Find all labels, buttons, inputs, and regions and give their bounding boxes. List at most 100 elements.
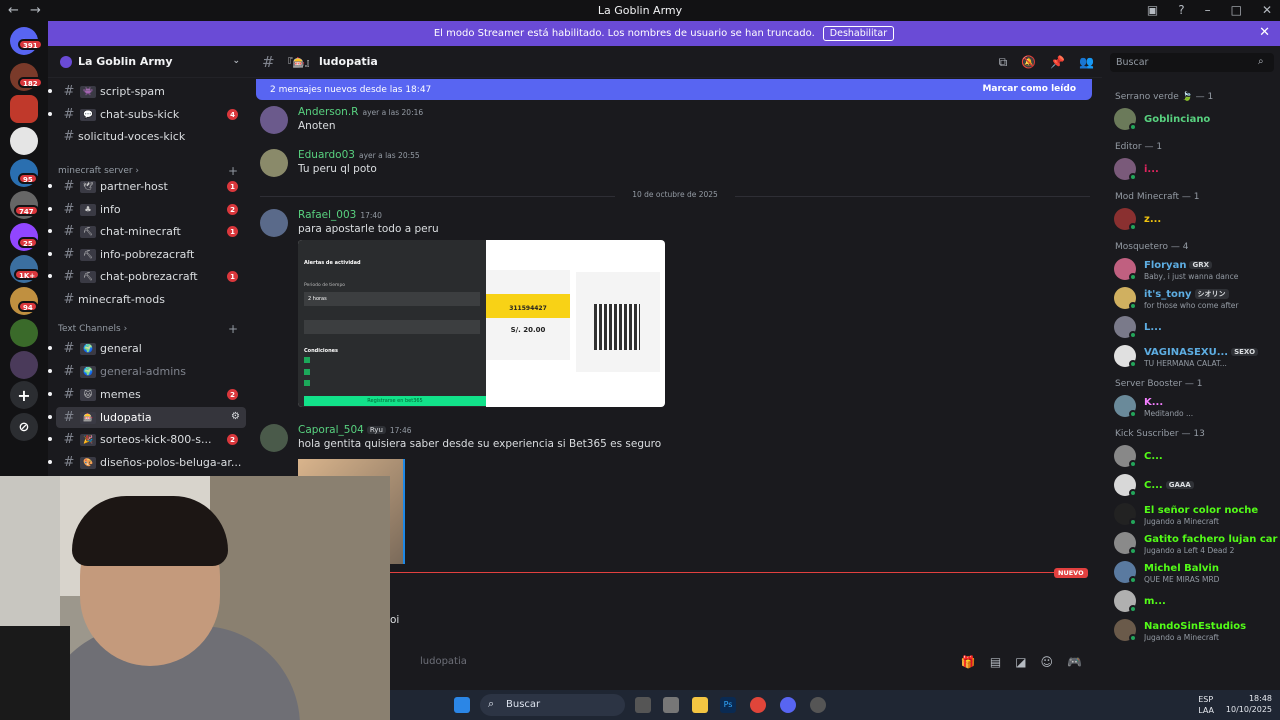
channel-item[interactable]: # 🌍 general: [48, 338, 246, 359]
channel-item[interactable]: # 👾 script-spam: [48, 81, 246, 102]
composer-input[interactable]: ludopatia: [420, 656, 467, 667]
add-channel-icon[interactable]: +: [228, 322, 238, 336]
channel-item[interactable]: # 🕊 partner-host 1: [48, 176, 246, 197]
member-item[interactable]: El señor color noche Jugando a Minecraft: [1114, 502, 1276, 528]
webcam-overlay: [0, 476, 390, 720]
gift-icon[interactable]: 🎁: [961, 655, 976, 669]
guild-header[interactable]: La Goblin Army ⌄: [48, 46, 250, 78]
member-item[interactable]: NandoSinEstudios Jugando a Minecraft: [1114, 618, 1276, 644]
member-item[interactable]: Michel Balvin QUE ME MIRAS MRD: [1114, 560, 1276, 586]
photoshop-icon[interactable]: Ps: [720, 697, 736, 713]
server-icon[interactable]: [10, 95, 38, 123]
member-item[interactable]: i...: [1114, 157, 1276, 183]
guild-tag: GAAA: [1165, 481, 1194, 489]
message-author[interactable]: Anderson.R ayer a las 20:16: [298, 106, 423, 118]
channel-item[interactable]: # ⛏ info-pobrezacraft: [48, 244, 246, 265]
gif-icon[interactable]: ▤: [990, 655, 1001, 669]
search-input[interactable]: Buscar: [1110, 53, 1274, 72]
online-status-icon: [1129, 331, 1137, 339]
add-channel-icon[interactable]: +: [228, 164, 238, 178]
message-author[interactable]: Eduardo03 ayer a las 20:55: [298, 149, 420, 161]
member-item[interactable]: Gatito fachero lujan carri...Jugando a L…: [1114, 531, 1278, 557]
author-name[interactable]: Rafael_003: [298, 209, 356, 221]
app-icon[interactable]: [663, 697, 679, 713]
minimize-icon[interactable]: –: [1205, 3, 1211, 17]
channel-item[interactable]: # ♣ info 2: [48, 199, 246, 220]
explore-icon[interactable]: ⊘: [10, 413, 38, 441]
member-item[interactable]: C... GAAA: [1114, 473, 1276, 499]
member-item[interactable]: z...: [1114, 207, 1276, 233]
member-item[interactable]: C...: [1114, 444, 1276, 470]
task-view-icon[interactable]: [635, 697, 651, 713]
member-display-name: VAGINASEXU...: [1144, 347, 1229, 358]
channel-name: chat-subs-kick: [100, 108, 180, 121]
member-item[interactable]: K... Meditando ...: [1114, 394, 1276, 420]
message-text: Tu peru ql poto: [298, 163, 377, 175]
maximize-icon[interactable]: □: [1231, 3, 1242, 17]
channel-item[interactable]: # 🐱 memes 2: [48, 384, 246, 405]
person-hair: [72, 496, 228, 566]
unread-dot: [48, 112, 52, 116]
hash-icon: #: [63, 129, 75, 144]
message-author[interactable]: Rafael_003 17:40: [298, 209, 382, 221]
avatar[interactable]: [260, 424, 288, 452]
windows-start-icon[interactable]: [454, 697, 470, 713]
channel-item[interactable]: # ⛏ chat-minecraft 1: [48, 221, 246, 242]
threads-icon[interactable]: ⧉: [999, 55, 1008, 70]
message-author[interactable]: Caporal_504 Ryu 17:46: [298, 424, 412, 436]
author-name[interactable]: Anderson.R: [298, 106, 358, 118]
member-item[interactable]: L...: [1114, 315, 1276, 341]
disable-streamer-button[interactable]: Deshabilitar: [822, 26, 895, 41]
settings-icon[interactable]: ⚙: [231, 411, 240, 422]
discord-icon[interactable]: [780, 697, 796, 713]
clock[interactable]: 18:48 10/10/2025: [1226, 693, 1272, 715]
member-item[interactable]: Floryan GRX Baby, i just wanna dance: [1114, 257, 1276, 283]
category-header[interactable]: Text Channels › +: [58, 322, 238, 336]
channel-item[interactable]: # ⛏ chat-pobrezacraft 1: [48, 266, 246, 287]
mark-read-button[interactable]: Marcar como leído: [982, 84, 1076, 94]
close-window-icon[interactable]: ✕: [1262, 3, 1272, 17]
category-header[interactable]: minecraft server › +: [58, 164, 238, 178]
apps-icon[interactable]: 🎮: [1067, 655, 1082, 669]
channel-name: chat-pobrezacraft: [100, 270, 198, 283]
members-icon[interactable]: 👥: [1079, 55, 1094, 70]
avatar[interactable]: [260, 209, 288, 237]
app-icon[interactable]: [810, 697, 826, 713]
channel-item[interactable]: # 🎉 sorteos-kick-800-s... 2: [48, 429, 246, 450]
member-item[interactable]: it's_tony シオリン for those who come after: [1114, 286, 1276, 312]
author-name[interactable]: Caporal_504: [298, 424, 364, 436]
server-icon[interactable]: [10, 351, 38, 379]
close-icon[interactable]: ✕: [1259, 25, 1270, 40]
member-item[interactable]: VAGINASEXU... SEXO TU HERMANA CALAT...: [1114, 344, 1276, 370]
channel-item[interactable]: # minecraft-mods: [56, 289, 246, 310]
emoji-icon[interactable]: ☺: [1041, 655, 1054, 669]
language-indicator[interactable]: ESP LAA: [1198, 694, 1214, 716]
avatar[interactable]: [260, 106, 288, 134]
checkbox-icon: [304, 357, 310, 363]
channel-item[interactable]: # 🌍 general-admins: [48, 361, 246, 382]
inbox-icon[interactable]: ▣: [1147, 3, 1158, 17]
member-item[interactable]: Goblinciano: [1114, 107, 1276, 133]
sticker-icon[interactable]: ◪: [1015, 655, 1026, 669]
hash-icon: #: [63, 269, 75, 284]
author-name[interactable]: Eduardo03: [298, 149, 355, 161]
server-icon[interactable]: [10, 127, 38, 155]
taskbar-search[interactable]: Buscar: [480, 694, 625, 716]
channel-item[interactable]: # 🎨 diseños-polos-beluga-ar...: [48, 452, 246, 473]
channel-item[interactable]: # solicitud-voces-kick: [56, 126, 246, 147]
avatar[interactable]: [260, 149, 288, 177]
new-messages-bar[interactable]: 2 mensajes nuevos desde las 18:47 Marcar…: [256, 79, 1092, 100]
notifications-icon[interactable]: 🔕: [1021, 55, 1036, 70]
server-badge: 95: [18, 173, 38, 184]
server-badge: 747: [14, 205, 39, 216]
pin-icon[interactable]: 📌: [1050, 55, 1065, 70]
server-icon[interactable]: [10, 319, 38, 347]
channel-item[interactable]: # 🎰 ludopatia ⚙: [48, 407, 246, 428]
chrome-icon[interactable]: [750, 697, 766, 713]
file-explorer-icon[interactable]: [692, 697, 708, 713]
image-attachment[interactable]: Alertas de actividad Periodo de tiempo 2…: [298, 240, 665, 407]
add-server-icon[interactable]: +: [10, 381, 38, 409]
member-item[interactable]: m...: [1114, 589, 1276, 615]
channel-item[interactable]: # 💬 chat-subs-kick 4: [48, 104, 246, 125]
help-icon[interactable]: ?: [1178, 3, 1184, 17]
